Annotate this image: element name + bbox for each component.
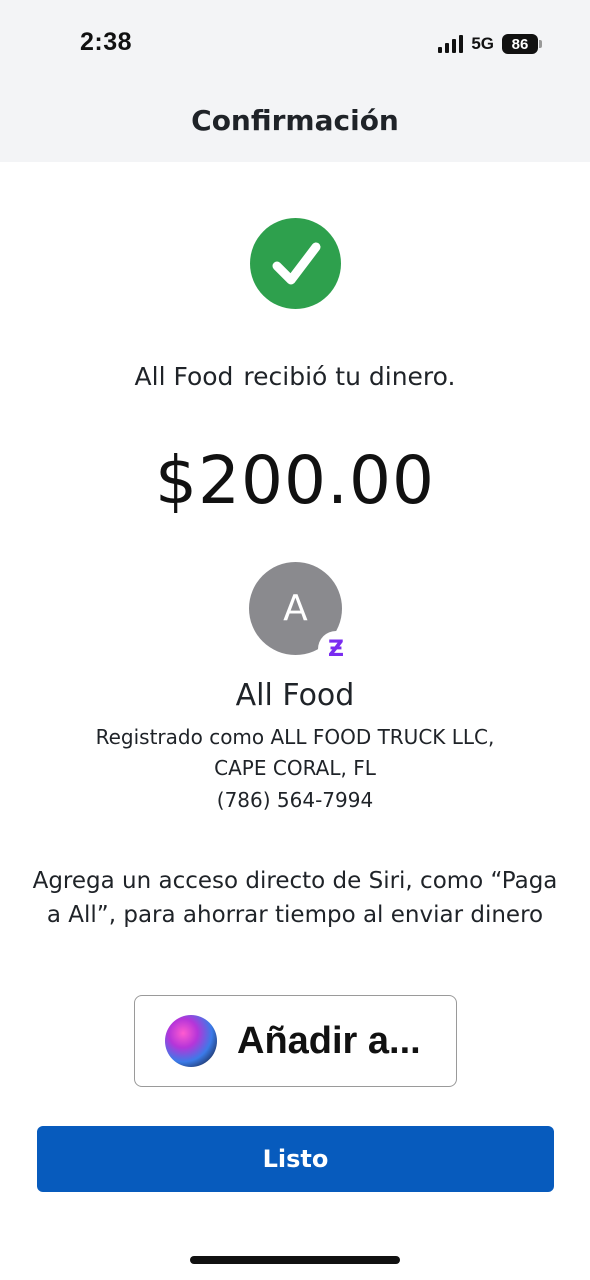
received-message: All Food recibió tu dinero. [0,362,590,391]
done-button[interactable]: Listo [37,1126,554,1192]
recipient-location: CAPE CORAL, FL [214,756,376,780]
siri-shortcut-prompt: Agrega un acceso directo de Siri, como “… [32,868,558,928]
add-to-siri-label: Añadir a... [237,1019,421,1062]
siri-icon [165,1015,217,1067]
top-bar [0,0,590,162]
add-to-siri-button[interactable]: Añadir a... [134,995,457,1087]
zelle-badge-icon: Ƶ [318,631,354,667]
network-type: 5G [471,34,494,53]
battery-icon: 86 [502,34,542,54]
received-recipient-name: All Food [134,362,234,391]
amount: $200.00 [155,442,435,519]
status-time: 2:38 [80,28,133,56]
recipient-name: All Food [235,678,355,713]
home-indicator [190,1256,400,1264]
registered-as: Registrado como ALL FOOD TRUCK LLC, [95,725,495,749]
battery-level: 86 [502,34,538,54]
recipient-phone: (786) 564-7994 [216,788,374,812]
page-title: Confirmación [191,104,399,137]
signal-icon [438,35,464,53]
success-check-icon [250,218,341,309]
status-indicators: 5G 86 [438,32,542,56]
received-text: recibió tu dinero. [243,362,456,391]
